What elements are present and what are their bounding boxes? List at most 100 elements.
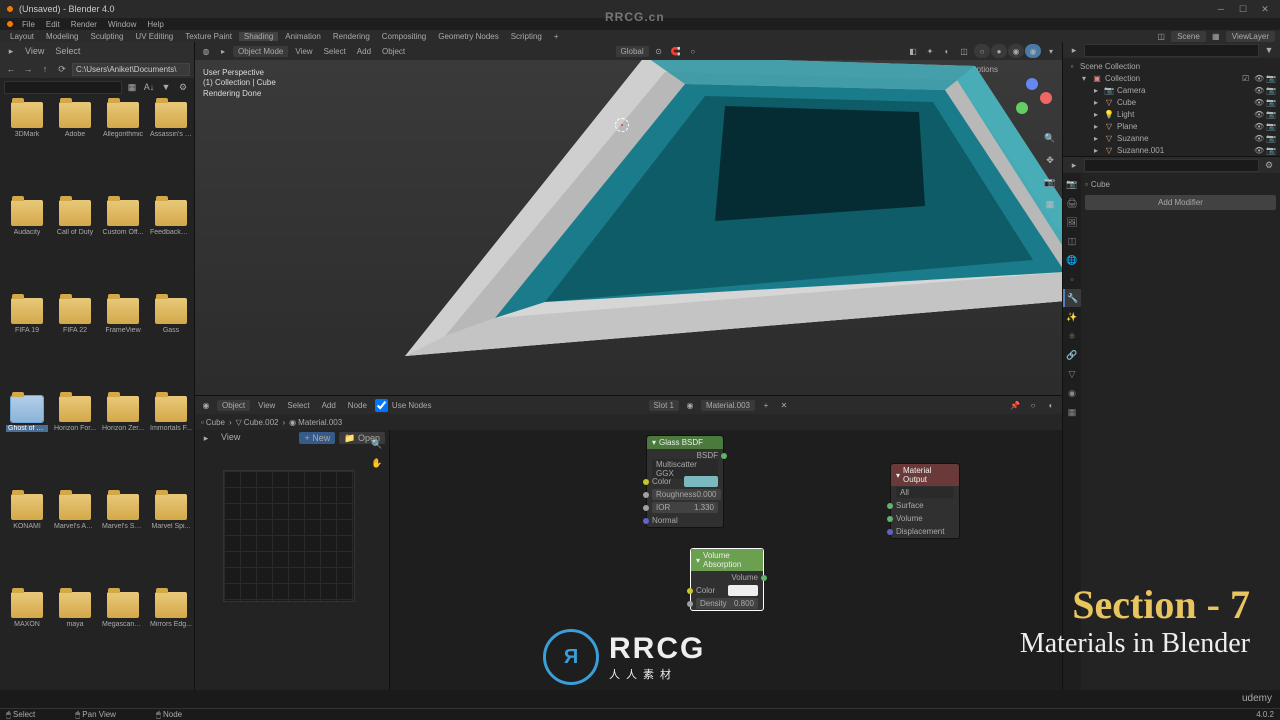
menu-window[interactable]: Window	[104, 20, 140, 29]
ne-editor-type-icon[interactable]: ▸	[199, 432, 213, 444]
gizmo-z-icon[interactable]	[1026, 78, 1038, 90]
folder-item[interactable]: FIFA 19	[6, 298, 48, 390]
tree-camera[interactable]: ▸📷Camera👁📷	[1067, 84, 1276, 96]
menu-help[interactable]: Help	[143, 20, 167, 29]
tab-modeling[interactable]: Modeling	[41, 32, 83, 41]
fb-select[interactable]: Select	[51, 46, 84, 56]
close-button[interactable]: ✕	[1255, 2, 1275, 16]
path-input[interactable]	[72, 63, 190, 76]
folder-item[interactable]: Immortals F...	[150, 396, 192, 488]
shade-rendered-icon[interactable]: ◉	[1025, 44, 1041, 58]
folder-item[interactable]: Audacity	[6, 200, 48, 292]
tab-geonodes[interactable]: Geometry Nodes	[433, 32, 503, 41]
matout-target[interactable]: All	[896, 487, 954, 498]
folder-item[interactable]: Custom Off...	[102, 200, 144, 292]
outliner-search[interactable]	[1084, 44, 1259, 57]
tab-view-icon[interactable]: 🖼	[1063, 213, 1081, 231]
vp-select[interactable]: Select	[320, 47, 350, 56]
use-nodes-checkbox[interactable]	[375, 399, 388, 412]
slot-dropdown[interactable]: Slot 1	[649, 400, 679, 411]
display-icon[interactable]: ▦	[125, 81, 139, 93]
folder-item[interactable]: FIFA 22	[54, 298, 96, 390]
magnet-icon[interactable]: 🧲	[669, 45, 683, 57]
folder-item[interactable]: Gass	[150, 298, 192, 390]
tab-object-icon[interactable]: ▫	[1063, 270, 1081, 288]
tab-material-icon[interactable]: ◉	[1063, 384, 1081, 402]
matout-header[interactable]: ▾ Material Output	[891, 464, 959, 486]
tab-layout[interactable]: Layout	[5, 32, 39, 41]
vp-add[interactable]: Add	[353, 47, 375, 56]
tab-modifier-icon[interactable]: 🔧	[1063, 289, 1081, 307]
folder-item[interactable]: MAXON	[6, 592, 48, 684]
node-glass-bsdf[interactable]: ▾ Glass BSDF BSDF Multiscatter GGX Color…	[646, 435, 724, 528]
scene-icon[interactable]: ◫	[1154, 30, 1168, 42]
ne-mode[interactable]: Object	[217, 400, 250, 411]
maximize-button[interactable]: ☐	[1233, 2, 1253, 16]
filter-icon[interactable]: ▼	[159, 81, 173, 93]
tab-output-icon[interactable]: 🖨	[1063, 194, 1081, 212]
crumb-mesh[interactable]: ▽ Cube.002	[236, 418, 279, 427]
tree-suzanne[interactable]: ▸▽Suzanne👁📷	[1067, 132, 1276, 144]
shade-solid-icon[interactable]: ●	[991, 44, 1007, 58]
folder-item[interactable]: FrameView	[102, 298, 144, 390]
ne-search-icon[interactable]: 🔍	[369, 436, 385, 452]
ne-add[interactable]: Add	[318, 401, 340, 410]
minimize-button[interactable]: ─	[1211, 2, 1231, 16]
editor-type-3d-icon[interactable]: ◍	[199, 45, 213, 57]
volabs-density[interactable]: Density0.800	[691, 597, 763, 610]
folder-item[interactable]: Mirrors Edg...	[150, 592, 192, 684]
nav-gizmo[interactable]	[1012, 78, 1052, 118]
nav-back-icon[interactable]: ←	[4, 63, 18, 75]
folder-item[interactable]: FeedbackHub	[150, 200, 192, 292]
menu-edit[interactable]: Edit	[42, 20, 64, 29]
toolbar-toggle-icon[interactable]: ▸	[216, 45, 230, 57]
vp-object[interactable]: Object	[378, 47, 409, 56]
ne-select[interactable]: Select	[283, 401, 313, 410]
camera-view-icon[interactable]: 📷	[1042, 174, 1058, 190]
shade-wire-icon[interactable]: ○	[974, 44, 990, 58]
tree-collection[interactable]: ▾▣Collection☑👁📷	[1067, 72, 1276, 84]
matout-volume[interactable]: Volume	[891, 512, 959, 525]
select-vis-icon[interactable]: ◧	[906, 45, 920, 57]
matout-surface[interactable]: Surface	[891, 499, 959, 512]
outliner-type-icon[interactable]: ▸	[1067, 44, 1081, 56]
shading-opts-icon[interactable]: ▾	[1044, 45, 1058, 57]
gizmo-icon[interactable]: ✦	[923, 45, 937, 57]
move-view-icon[interactable]: ✥	[1042, 152, 1058, 168]
material-icon[interactable]: ◉	[683, 399, 697, 411]
persp-icon[interactable]: ▦	[1042, 196, 1058, 212]
node-material-output[interactable]: ▾ Material Output All Surface Volume Dis…	[890, 463, 960, 539]
tree-cube[interactable]: ▸▽Cube👁📷	[1067, 96, 1276, 108]
fb-view[interactable]: View	[21, 46, 48, 56]
tab-texture-icon[interactable]: ▦	[1063, 403, 1081, 421]
material-dropdown[interactable]: Material.003	[701, 400, 755, 411]
tab-scripting[interactable]: Scripting	[506, 32, 547, 41]
gizmo-y-icon[interactable]	[1016, 102, 1028, 114]
gizmo-x-icon[interactable]	[1040, 92, 1052, 104]
settings-icon[interactable]: ⚙	[176, 81, 190, 93]
folder-item[interactable]: Ghost of Ts...	[6, 396, 48, 488]
ne-overlay-icon[interactable]: ◐	[1044, 399, 1058, 411]
glass-color[interactable]: Color	[647, 475, 723, 488]
ne-node[interactable]: Node	[344, 401, 371, 410]
volabs-header[interactable]: ▾ Volume Absorption	[691, 549, 763, 571]
snap-icon[interactable]: ⊙	[652, 45, 666, 57]
folder-item[interactable]: Megascans ...	[102, 592, 144, 684]
viewlayer-dropdown[interactable]: ViewLayer	[1226, 31, 1275, 42]
tab-uv[interactable]: UV Editing	[130, 32, 178, 41]
scene-dropdown[interactable]: Scene	[1171, 31, 1206, 42]
tab-shading[interactable]: Shading	[239, 32, 278, 41]
folder-item[interactable]: Allegorithmic	[102, 102, 144, 194]
props-opts-icon[interactable]: ⚙	[1262, 159, 1276, 171]
node-canvas[interactable]: ▾ Glass BSDF BSDF Multiscatter GGX Color…	[390, 430, 1062, 690]
viewlayer-icon[interactable]: ▦	[1209, 30, 1223, 42]
tab-render-props-icon[interactable]: 📷	[1063, 175, 1081, 193]
tab-physics-icon[interactable]: ⚛	[1063, 327, 1081, 345]
nav-fwd-icon[interactable]: →	[21, 63, 35, 75]
tab-render[interactable]: Rendering	[328, 32, 375, 41]
volabs-out[interactable]: Volume	[691, 571, 763, 584]
prop-edit-icon[interactable]: ○	[686, 45, 700, 57]
menu-file[interactable]: File	[18, 20, 39, 29]
node-volume-absorption[interactable]: ▾ Volume Absorption Volume Color Density…	[690, 548, 764, 611]
folder-item[interactable]: Adobe	[54, 102, 96, 194]
